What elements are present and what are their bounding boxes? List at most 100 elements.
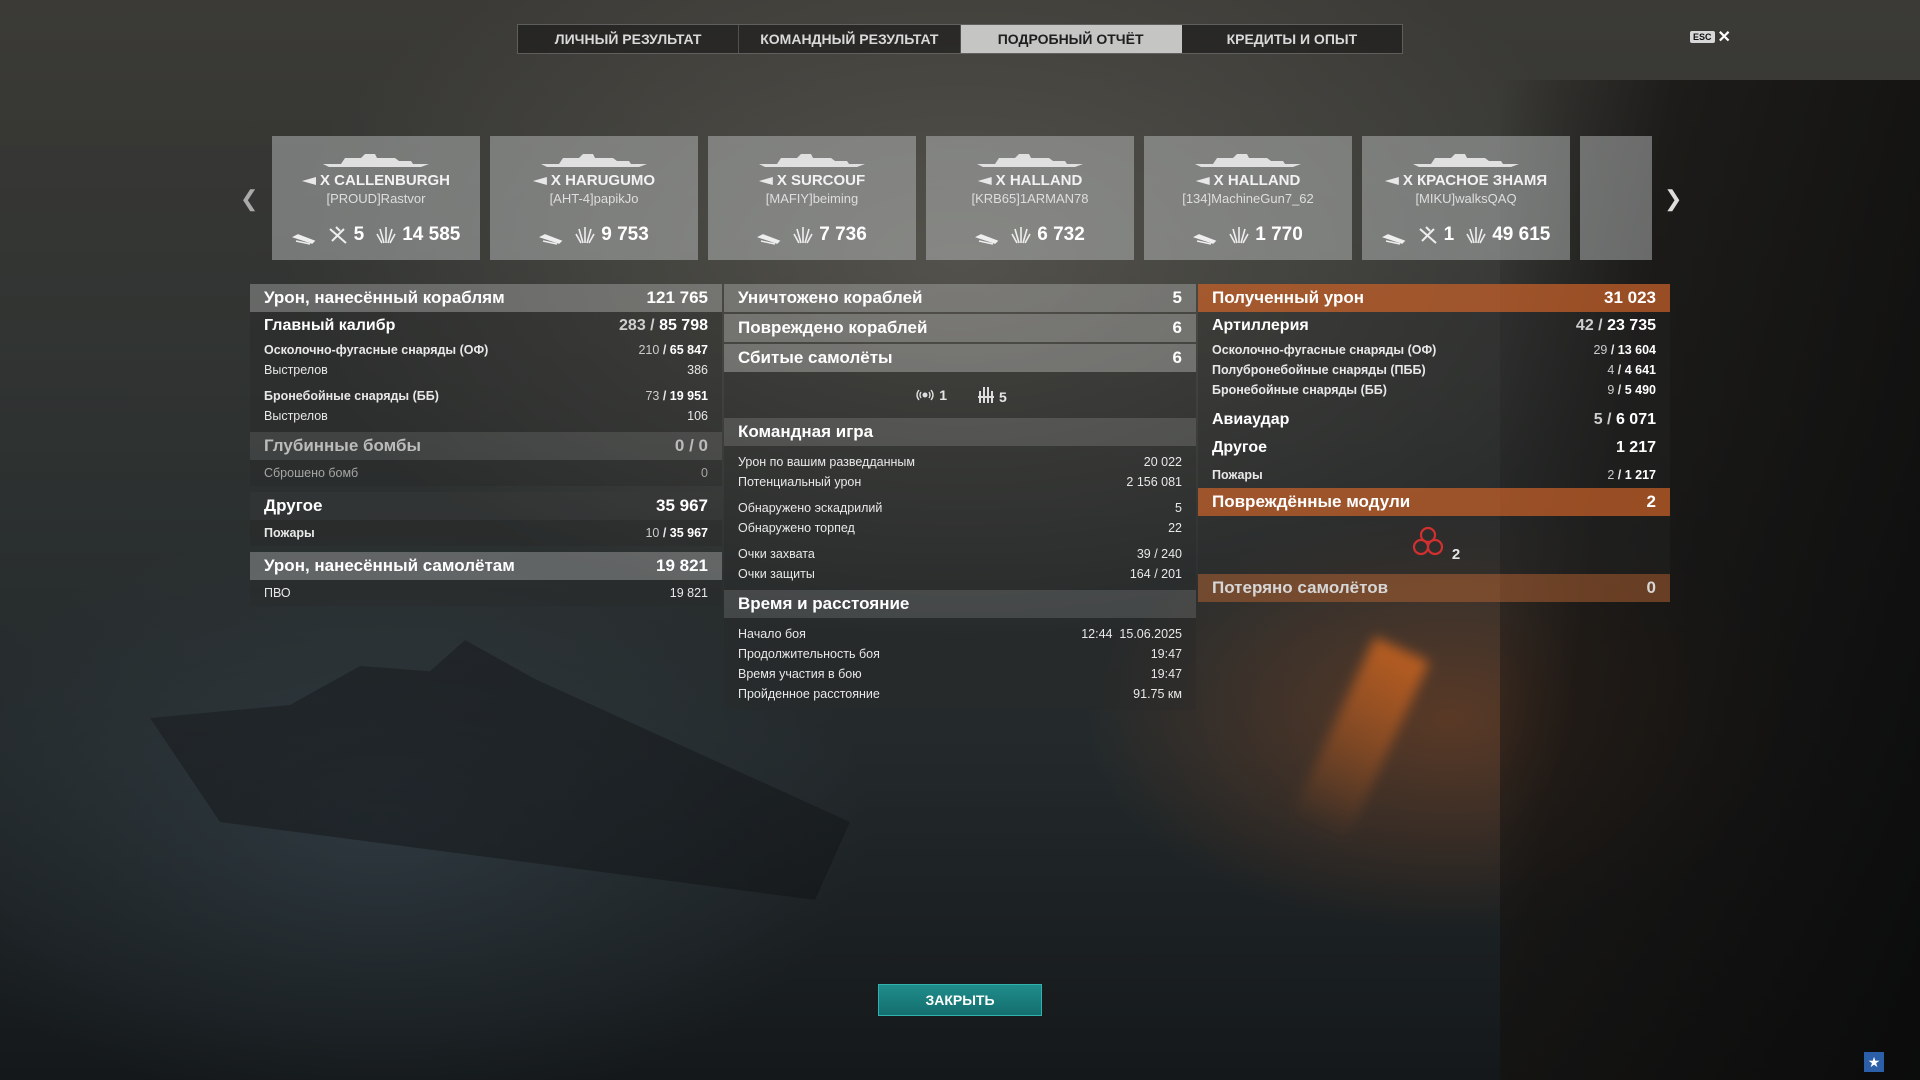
damage-dealt-value: 7 736 xyxy=(819,224,867,245)
player-card[interactable]: X HARUGUMO [AHT-4]papikJo 9 753 xyxy=(490,136,698,260)
card-stats: 1 770 xyxy=(1144,224,1352,246)
ship-name-text: X КРАСНОЕ ЗНАМЯ xyxy=(1402,172,1548,189)
damaged-ships-label: Повреждено кораблей xyxy=(738,318,928,337)
player-card[interactable]: X SURCOUF [MAFIY]beiming 7 736 xyxy=(708,136,916,260)
plane-kill-icon xyxy=(1418,226,1437,244)
tab-team-result[interactable]: КОМАНДНЫЙ РЕЗУЛЬТАТ xyxy=(739,25,961,53)
ship-kill-icon xyxy=(539,234,563,245)
received-damage-header: Полученный урон 31 023 xyxy=(1198,284,1670,312)
player-card[interactable]: X HALLAND [134]MachineGun7_62 1 770 xyxy=(1144,136,1352,260)
combat-panel: Уничтожено кораблей 5 Повреждено корабле… xyxy=(724,284,1196,710)
player-name: [KRB65]1ARMAN78 xyxy=(971,191,1089,206)
damaged-ships-value: 6 xyxy=(1172,318,1182,337)
planes-lost-value: 0 xyxy=(1646,578,1656,597)
received-he-row: Осколочно-фугасные снаряды (ОФ) 29 / 13 … xyxy=(1212,343,1656,357)
fighter-icon xyxy=(916,389,934,401)
player-card[interactable]: X HALLAND [KRB65]1ARMAN78 6 732 xyxy=(926,136,1134,260)
ap-shots-label: Выстрелов xyxy=(264,409,328,423)
fighter-kills: 1 xyxy=(913,387,947,403)
card-stats: 9 753 xyxy=(490,224,698,246)
player-name: [AHT-4]papikJo xyxy=(549,191,639,206)
damage-received-panel: Полученный урон 31 023 Артиллерия 42 / 2… xyxy=(1198,284,1670,602)
damage-burst-icon xyxy=(1229,227,1249,244)
he-row: Осколочно-фугасные снаряды (ОФ) 210 / 65… xyxy=(264,343,708,357)
ap-row: Бронебойные снаряды (ББ) 73 / 19 951 xyxy=(264,389,708,403)
ship-kill-icon xyxy=(1193,234,1217,245)
player-cards: X CALLENBURGH [PROUD]Rastvor 5 14 585 X HARU… xyxy=(272,136,1652,260)
received-damage-value: 31 023 xyxy=(1604,288,1656,307)
other-damage-header: Другое 35 967 xyxy=(250,492,722,520)
received-sap-damage: 4 641 xyxy=(1624,363,1656,377)
capture-points-row: Очки захвата 39 / 240 xyxy=(724,544,1196,564)
tab-credits-xp[interactable]: КРЕДИТЫ И ОПЫТ xyxy=(1182,25,1402,53)
ship-name: X HARUGUMO xyxy=(490,172,698,189)
ap-label: Бронебойные снаряды (ББ) xyxy=(264,389,439,403)
esc-close-button[interactable]: ESC ✕ xyxy=(1690,27,1731,47)
aa-gun-icon xyxy=(978,387,994,403)
plane-kills: 5 xyxy=(326,224,364,246)
he-damage: 65 847 xyxy=(669,343,708,357)
player-card-partial[interactable] xyxy=(1580,136,1652,260)
received-other-row: Другое 1 217 xyxy=(1198,434,1670,462)
background-lava xyxy=(1290,636,1430,844)
module-damage-icon xyxy=(1412,526,1443,556)
damage-dealt-panel: Урон, нанесённый кораблям 121 765 Главны… xyxy=(250,284,722,606)
ship-kill-icon xyxy=(1381,234,1405,245)
plane-kills-count: 1 xyxy=(1443,224,1455,245)
card-stats: 5 14 585 xyxy=(272,224,480,246)
other-damage-value: 35 967 xyxy=(656,496,708,515)
tab-detailed-report[interactable]: ПОДРОБНЫЙ ОТЧЁТ xyxy=(960,25,1182,53)
player-name: [PROUD]Rastvor xyxy=(326,191,426,206)
aa-value: 19 821 xyxy=(669,586,708,600)
team-play-header: Командная игра xyxy=(724,418,1196,446)
ship-silhouette-icon xyxy=(1413,154,1519,167)
battle-duration-row: Продолжительность боя 19:47 xyxy=(724,644,1196,664)
destroyed-ships-row: Уничтожено кораблей 5 xyxy=(724,284,1196,312)
time-distance-label: Время и расстояние xyxy=(738,594,910,613)
he-label: Осколочно-фугасные снаряды (ОФ) xyxy=(264,343,489,357)
artillery-row: Артиллерия 42 / 23 735 xyxy=(1212,317,1656,334)
he-shots-row: Выстрелов 386 xyxy=(250,360,722,380)
received-sap-label: Полубронебойные снаряды (ПББ) xyxy=(1212,363,1426,377)
close-button[interactable]: ЗАКРЫТЬ xyxy=(878,984,1042,1016)
received-sap-hits: 4 xyxy=(1607,363,1615,377)
nation-flag-icon xyxy=(532,177,547,186)
team-play-label: Командная игра xyxy=(738,422,874,441)
result-tabs: ЛИЧНЫЙ РЕЗУЛЬТАТ КОМАНДНЫЙ РЕЗУЛЬТАТ ПОД… xyxy=(517,24,1403,54)
nation-flag-icon xyxy=(1195,177,1210,186)
fires-damage: 35 967 xyxy=(669,526,708,540)
carousel-prev-button[interactable]: ❮ xyxy=(240,186,258,212)
damage-burst-icon xyxy=(376,227,396,244)
damage-dealt: 49 615 xyxy=(1464,224,1550,246)
artillery-hits: 42 xyxy=(1575,317,1594,334)
spotting-damage-value: 20 022 xyxy=(1143,455,1182,469)
ship-silhouette-icon xyxy=(977,154,1083,167)
nation-flag-icon xyxy=(758,177,773,186)
ship-kill-icon xyxy=(757,234,781,245)
damage-dealt: 7 736 xyxy=(791,224,867,246)
player-card[interactable]: X CALLENBURGH [PROUD]Rastvor 5 14 585 xyxy=(272,136,480,260)
airstrike-damage: 6 071 xyxy=(1615,411,1656,428)
ship-kills xyxy=(1381,225,1406,245)
ship-name: X CALLENBURGH xyxy=(272,172,480,189)
star-icon[interactable]: ★ xyxy=(1864,1052,1884,1072)
torpedoes-spotted-row: Обнаружено торпед 22 xyxy=(724,518,1196,538)
carousel-next-button[interactable]: ❯ xyxy=(1664,186,1682,212)
artillery-damage: 23 735 xyxy=(1607,317,1656,334)
ship-name-text: X CALLENBURGH xyxy=(320,172,450,189)
capture-points-value: 39 / 240 xyxy=(1136,547,1182,561)
received-he-hits: 29 xyxy=(1593,343,1608,357)
depth-charges-header: Глубинные бомбы 0 / 0 xyxy=(250,432,722,460)
battle-start-value: 12:44 15.06.2025 xyxy=(1081,627,1182,641)
ship-name: X HALLAND xyxy=(926,172,1134,189)
battle-start-row: Начало боя 12:44 15.06.2025 xyxy=(724,624,1196,644)
aa-row: ПВО 19 821 xyxy=(250,580,722,606)
player-card[interactable]: X КРАСНОЕ ЗНАМЯ [MIKU]walksQAQ 1 49 615 xyxy=(1362,136,1570,260)
ship-name-text: X HALLAND xyxy=(995,172,1083,189)
torpedoes-spotted-label: Обнаружено торпед xyxy=(738,521,855,535)
fighter-kills-count: 1 xyxy=(939,387,947,403)
ship-kill-icon xyxy=(291,234,315,245)
tab-personal-result[interactable]: ЛИЧНЫЙ РЕЗУЛЬТАТ xyxy=(518,25,740,53)
plane-kill-icon xyxy=(328,226,347,244)
aircraft-damage-label: Урон, нанесённый самолётам xyxy=(264,556,515,575)
